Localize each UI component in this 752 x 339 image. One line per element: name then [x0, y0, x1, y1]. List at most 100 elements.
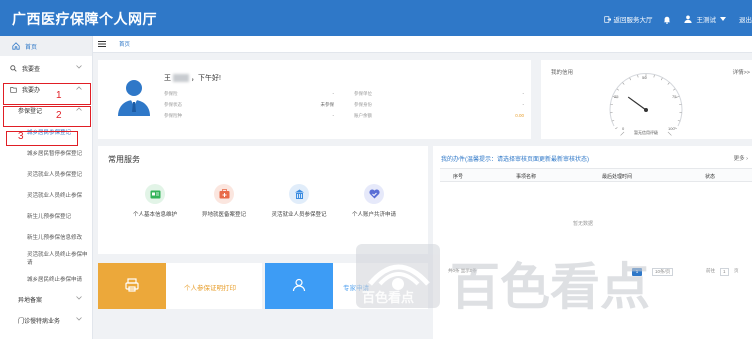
field-label: 参保险 [164, 91, 178, 96]
chevron-down-icon [76, 65, 82, 69]
sidebar-home-label: 首页 [25, 44, 38, 51]
gauge-tick [674, 127, 677, 130]
print-certificate-link[interactable]: 个人参保证明打印 [166, 263, 262, 309]
sidebar-item-label: 异地备案 [18, 298, 43, 304]
gauge-tick [653, 74, 655, 78]
gauge-tick [620, 131, 625, 136]
column-header: 事项名称 [516, 174, 537, 180]
sidebar-subitem[interactable]: 新生儿预参保信息修改 [0, 226, 92, 247]
sidebar-subitem[interactable]: 城乡居民终止参保申请 [0, 268, 92, 289]
sidebar-item-chronic[interactable]: 门诊慢特病业务 [0, 310, 92, 331]
sidebar-item-label: 门诊慢特病业务 [18, 319, 61, 325]
person-icon [292, 278, 306, 292]
goto-page-input[interactable]: 1 [720, 268, 729, 276]
pager-page[interactable]: 1 [632, 268, 642, 276]
cases-more-link[interactable]: 更多 › [734, 154, 748, 162]
field-label: 参保状态 [164, 102, 182, 107]
sidebar: 首页 我要查 我要办 参保登记 城乡居民参保登记 城乡居民暂停参保登记 灵活就业… [0, 36, 93, 339]
logout-link[interactable]: 退出 [739, 14, 752, 24]
service-label: 个人账户共济申请 [351, 212, 396, 218]
service-account-mutual[interactable]: 个人账户共济申请 [337, 184, 411, 218]
page-size-select[interactable]: 10条/页 [652, 268, 674, 276]
medical-case-icon [214, 184, 234, 204]
service-personal-info[interactable]: 个人基本信息维护 [118, 184, 192, 218]
sidebar-subitem[interactable]: 新生儿预参保登记 [0, 205, 92, 226]
credit-title: 我的信用 [551, 70, 574, 76]
common-services-panel: 常用服务 个人基本信息维护 异地就医备案登记 灵活就业人员参保登记 个人账户共济… [98, 146, 428, 254]
service-label: 灵活就业人员参保登记 [271, 212, 327, 218]
service-label: 个人基本信息维护 [132, 212, 177, 218]
greeting-suffix: ，下午好! [191, 75, 221, 82]
field-value: 未参保 [320, 102, 335, 107]
annotation-number-1: 1 [56, 90, 62, 101]
credit-details-link[interactable]: 详情>> [733, 68, 750, 76]
sidebar-subitem[interactable]: 灵活就业人员终止参保申请 [0, 247, 92, 268]
heart-check-icon [364, 184, 384, 204]
service-remote-filing[interactable]: 异地就医备案登记 [187, 184, 261, 218]
credit-gauge: 0 25 50 75 100 暂无信用评级 [609, 73, 683, 136]
bell-icon [663, 16, 670, 24]
field-label: 参保险种 [164, 113, 182, 118]
my-cases-panel: 我的办件(温馨提示：请选择审核页面更新最新审核状态) 更多 › 序号 事项名称 … [433, 146, 752, 339]
user-menu[interactable]: 王测试 [683, 14, 730, 24]
pager-total: 共0条 显示0条 [448, 268, 477, 273]
logout-label: 退出 [739, 17, 752, 24]
cases-title: 我的办件(温馨提示：请选择审核页面更新最新审核状态) [441, 157, 589, 163]
avatar-icon [118, 80, 150, 116]
gauge-tick [629, 77, 632, 81]
service-label: 异地就医备案登记 [201, 212, 246, 218]
gauge-tick-label: 25 [614, 94, 619, 99]
service-flexible-enroll[interactable]: 灵活就业人员参保登记 [262, 184, 336, 218]
back-hall-link[interactable]: 返回服务大厅 [603, 14, 653, 24]
annotation-box-2 [3, 106, 91, 127]
expert-tile[interactable] [265, 263, 333, 309]
gauge-label: 暂无信用评级 [634, 129, 658, 135]
field-value: - [522, 91, 525, 96]
gauge-tick-label: 100 [668, 126, 675, 131]
user-icon [683, 15, 692, 23]
gauge-tick [660, 77, 663, 81]
gauge-tick [616, 88, 620, 91]
user-name: 王测试 [696, 17, 717, 24]
gauge-tick [637, 74, 639, 78]
sidebar-item-remote[interactable]: 异地备案 [0, 289, 92, 310]
gauge-tick [615, 127, 618, 130]
back-hall-label: 返回服务大厅 [613, 17, 653, 24]
services-title: 常用服务 [108, 155, 140, 164]
gauge-needle [627, 96, 647, 111]
printer-icon [125, 278, 139, 292]
sidebar-item-label: 我要查 [22, 67, 41, 73]
empty-state: 暂无数据 [573, 221, 594, 227]
greeting-text: 王 ，下午好! [164, 73, 221, 83]
exit-icon [603, 15, 611, 23]
sidebar-subitem[interactable]: 灵活就业人员参保登记 [0, 163, 92, 184]
sidebar-subitem[interactable]: 灵活就业人员终止参保 [0, 184, 92, 205]
expert-apply-link[interactable]: 专家申请 [333, 263, 428, 309]
field-value: - [332, 113, 335, 118]
gauge-tick-label: 75 [672, 94, 677, 99]
print-tile[interactable] [98, 263, 166, 309]
sidebar-item-home[interactable]: 首页 [0, 36, 92, 56]
annotation-number-3: 3 [18, 131, 24, 142]
field-value: - [522, 102, 525, 107]
menu-toggle-icon[interactable] [98, 41, 106, 47]
pager-goto: 前往 [706, 268, 715, 273]
caret-down-icon [720, 17, 726, 21]
search-icon [10, 65, 17, 72]
gauge-hub [644, 108, 648, 112]
top-bar: 广西医疗保障个人网厅 返回服务大厅 王测试 退出 [0, 0, 752, 36]
account-balance: 0.00 [515, 113, 524, 118]
top-actions: 返回服务大厅 王测试 退出 [603, 12, 752, 26]
site-title: 广西医疗保障个人网厅 [12, 11, 157, 27]
pagination: 共0条 显示0条 1 10条/页 前往 1 页 [448, 268, 752, 278]
redacted-name [173, 74, 189, 82]
sidebar-item-query[interactable]: 我要查 [0, 58, 92, 79]
cases-table-header: 序号 事项名称 最后处理时间 状态 [440, 168, 752, 182]
building-icon [289, 184, 309, 204]
gauge-tick-label: 50 [642, 75, 647, 80]
tab-home[interactable]: 首页 [114, 40, 135, 48]
notification-button[interactable] [663, 15, 674, 24]
column-header: 序号 [453, 174, 464, 180]
field-label: 账户余额 [354, 113, 372, 118]
tab-bar: 首页 [93, 36, 752, 53]
